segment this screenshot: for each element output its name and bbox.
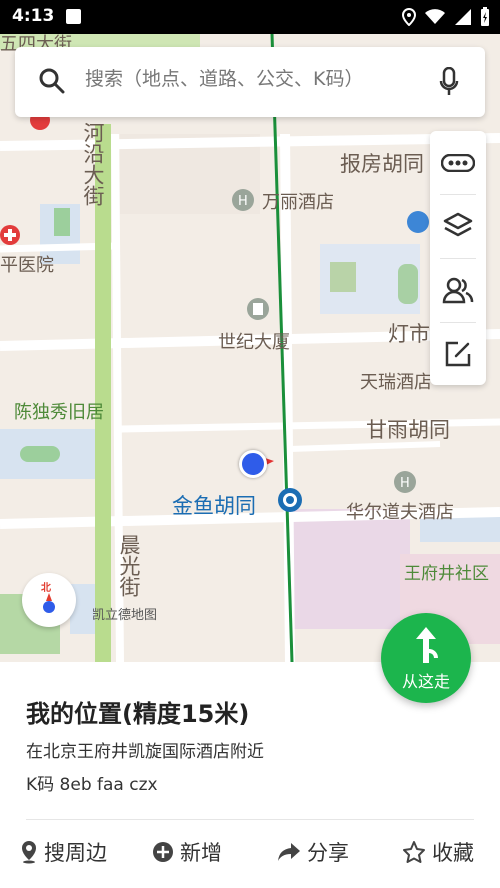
- edit-icon: [445, 341, 471, 366]
- compass-icon: [43, 593, 55, 613]
- search-input[interactable]: [83, 67, 427, 91]
- battery-charging-icon: [481, 7, 489, 26]
- map-label-hutong-2: 甘雨胡同: [366, 418, 450, 442]
- my-location-marker: [239, 450, 267, 478]
- star-icon: [403, 841, 425, 863]
- svg-text:H: H: [238, 194, 248, 209]
- route-arrow-icon: [416, 627, 438, 663]
- team-button[interactable]: [430, 258, 486, 321]
- layers-icon: [443, 212, 473, 236]
- map-pin-icon: [22, 841, 36, 864]
- location-status-icon: [402, 8, 416, 26]
- microphone-icon[interactable]: [439, 67, 459, 97]
- traffic-icon: [441, 153, 475, 172]
- map-label-building: 世纪大厦: [218, 332, 290, 353]
- share-label: 分享: [307, 841, 349, 865]
- favorite-label: 收藏: [432, 841, 474, 865]
- map-label-memorial: 陈独秀旧居: [14, 402, 104, 423]
- traffic-button[interactable]: [430, 131, 486, 194]
- map-label-market: 灯市: [388, 322, 430, 346]
- status-time: 4:13: [12, 6, 55, 26]
- map-app-screen: 4:13 H H 五四大街 河沿大街 报房胡同 万丽酒店 平医院 世纪大厦 灯市…: [0, 0, 500, 888]
- map-label-street-3: 晨光街: [117, 534, 141, 597]
- map-label-hospital: 和平医院: [0, 255, 54, 276]
- map-label-street-2: 河沿大街: [81, 122, 105, 206]
- edit-button[interactable]: [430, 322, 486, 385]
- wifi-icon: [425, 9, 445, 24]
- map-label-hotel-2: 天瑞酒店: [360, 372, 432, 393]
- map-label-hotel-3: 华尔道夫酒店: [346, 502, 454, 523]
- share-arrow-icon: [278, 843, 300, 861]
- users-icon: [442, 277, 474, 303]
- route-from-here-button[interactable]: 从这走: [381, 613, 471, 703]
- search-nearby-label: 搜周边: [44, 841, 107, 865]
- search-icon: [39, 68, 65, 94]
- search-bar[interactable]: [15, 47, 485, 117]
- map-tools-panel: [430, 131, 486, 385]
- status-icons: [402, 7, 490, 27]
- layers-button[interactable]: [430, 194, 486, 257]
- search-nearby-button[interactable]: 搜周边: [20, 832, 107, 872]
- share-button[interactable]: 分享: [277, 832, 349, 872]
- map-label-hotel-1: 万丽酒店: [262, 192, 334, 213]
- add-place-button[interactable]: 新增: [152, 832, 222, 872]
- map-label-community: 王府井社区: [404, 564, 489, 584]
- map-label-hutong-1: 报房胡同: [340, 152, 424, 176]
- location-address: 在北京王府井凯旋国际酒店附近: [26, 742, 264, 762]
- map-label-company: 凯立德地图: [92, 608, 158, 623]
- panel-divider: [26, 819, 474, 820]
- plus-circle-icon: [153, 842, 173, 862]
- map-view[interactable]: H H 五四大街 河沿大街 报房胡同 万丽酒店 和平医院 世纪大厦 灯市 陈独秀…: [0, 34, 500, 662]
- location-actions: 搜周边 新增 分享 收藏: [0, 832, 500, 872]
- location-kcode: K码 8eb faa czx: [26, 775, 158, 795]
- map-label-station: 金鱼胡同: [172, 494, 256, 518]
- notification-app-icon: [66, 9, 81, 24]
- favorite-button[interactable]: 收藏: [402, 832, 474, 872]
- add-place-label: 新增: [180, 841, 222, 865]
- compass-button[interactable]: 北: [22, 573, 76, 627]
- status-bar: 4:13: [0, 0, 500, 34]
- location-title: 我的位置(精度15米): [26, 700, 250, 728]
- svg-text:H: H: [400, 476, 410, 491]
- route-from-here-label: 从这走: [401, 672, 450, 691]
- signal-icon: [455, 9, 471, 25]
